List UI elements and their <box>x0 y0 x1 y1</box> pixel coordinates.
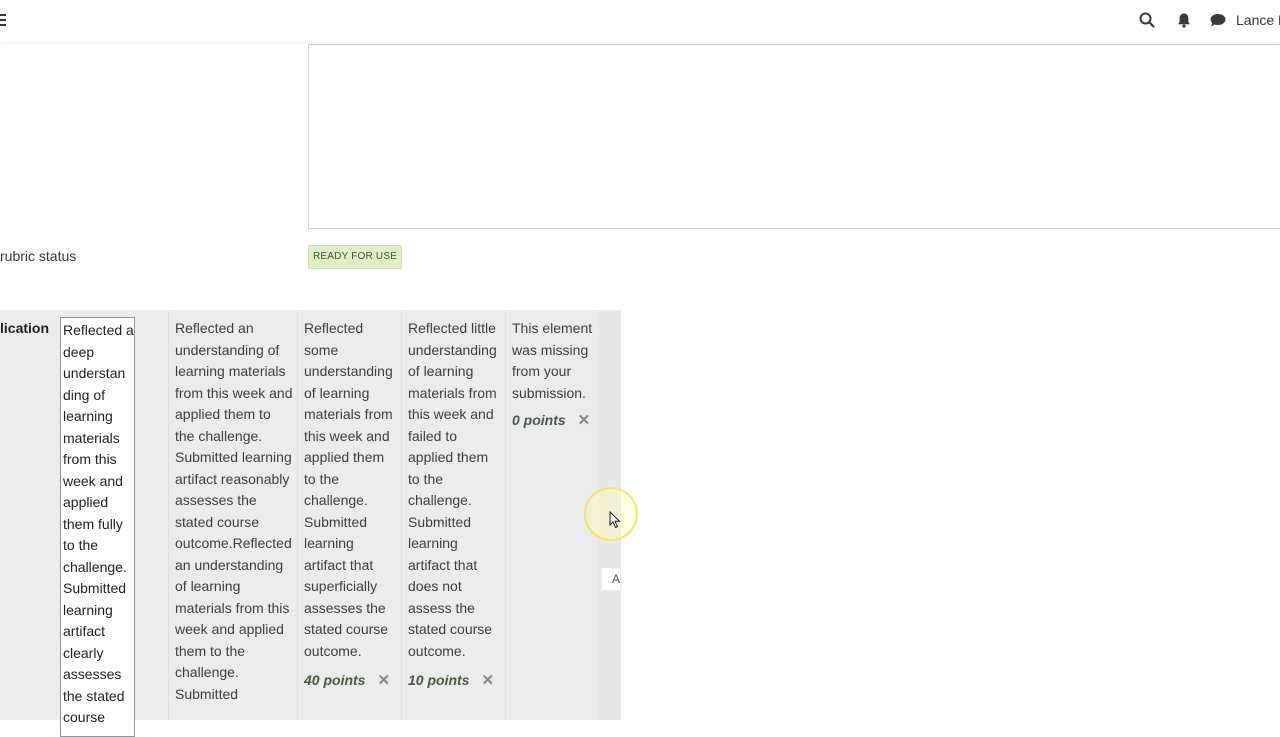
level-points[interactable]: 0 points <box>512 410 566 432</box>
level-points[interactable]: 10 points <box>408 670 469 692</box>
level-points[interactable]: 40 points <box>304 670 365 692</box>
delete-level-icon[interactable]: ✕ <box>578 410 591 432</box>
level-3: Reflected some understanding of learning… <box>297 310 402 720</box>
level-points-row: 40 points ✕ <box>298 670 390 692</box>
status-badge: READY FOR USE <box>308 245 403 269</box>
add-level-button[interactable]: A <box>602 568 620 590</box>
level-description[interactable]: Reflected some understanding of learning… <box>298 310 402 662</box>
description-editor[interactable] <box>308 44 1280 229</box>
user-menu[interactable]: Lance B <box>1236 12 1280 28</box>
top-navbar: Lance B <box>0 0 1280 42</box>
delete-level-icon[interactable]: ✕ <box>377 670 390 692</box>
search-icon[interactable] <box>1138 11 1156 29</box>
chat-icon[interactable] <box>1209 11 1227 29</box>
rubric-status-label: rubric status <box>0 248 77 264</box>
menu-icon[interactable] <box>0 14 6 28</box>
level-points-row: 10 points ✕ <box>402 670 494 692</box>
level-2: Reflected an understanding of learning m… <box>168 310 298 720</box>
level-description[interactable]: Reflected an understanding of learning m… <box>169 310 298 705</box>
level-points-row: 0 points ✕ <box>506 410 600 432</box>
level-4: Reflected little understanding of learni… <box>401 310 506 720</box>
delete-level-icon[interactable]: ✕ <box>481 670 494 692</box>
level-description-input[interactable]: Reflected a deep understan ding of learn… <box>60 317 135 737</box>
criterion-name[interactable]: lication <box>0 320 49 336</box>
level-description[interactable]: Reflected little understanding of learni… <box>402 310 506 662</box>
level-description[interactable]: This element was missing from your submi… <box>506 310 600 404</box>
mouse-pointer-icon <box>609 511 621 529</box>
bell-icon[interactable] <box>1175 11 1193 29</box>
level-1: Reflected a deep understan ding of learn… <box>60 310 168 737</box>
